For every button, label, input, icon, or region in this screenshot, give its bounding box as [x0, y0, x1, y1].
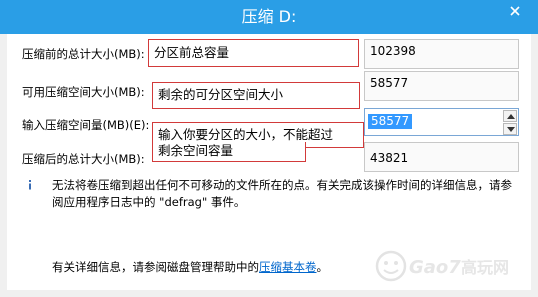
title-bar[interactable]: 压缩 D: — [0, 0, 538, 34]
spin-down-button[interactable] — [503, 123, 517, 135]
shrink-amount-label: 输入压缩空间量(MB)(E): — [22, 118, 150, 132]
arrow-down-icon — [507, 127, 515, 132]
help-line: 有关详细信息，请参阅磁盘管理帮助中的压缩基本卷。 — [52, 259, 328, 275]
help-suffix: 。 — [316, 260, 329, 274]
shrink-dialog: 压缩 D: 压缩前的总计大小(MB): 102398 分区前总容量 可用压缩空间… — [0, 0, 538, 297]
available-shrink-field: 58577 — [364, 71, 519, 101]
close-button[interactable] — [498, 0, 532, 22]
total-size-after-field: 43821 — [364, 142, 519, 172]
window-title: 压缩 D: — [241, 7, 297, 26]
shrink-basic-volume-link[interactable]: 压缩基本卷 — [259, 260, 317, 274]
svg-text:Gao7: Gao7 — [409, 257, 461, 278]
close-icon — [510, 6, 520, 16]
info-icon — [29, 180, 31, 190]
total-size-before-label: 压缩前的总计大小(MB): — [22, 47, 145, 61]
total-size-after-value: 43821 — [370, 151, 409, 165]
shrink-amount-input[interactable]: 58577 — [364, 108, 519, 136]
spin-up-button[interactable] — [503, 110, 517, 122]
svg-text:高玩网: 高玩网 — [461, 258, 509, 277]
annotation-remaining-capacity: 剩余空间容量 — [152, 142, 306, 162]
shrink-amount-value: 58577 — [368, 114, 413, 129]
total-size-before-field: 102398 — [364, 39, 519, 69]
annotation-remaining-space: 剩余的可分区空间大小 — [152, 82, 360, 109]
annotation-total-capacity: 分区前总容量 — [148, 39, 359, 67]
total-size-after-label: 压缩后的总计大小(MB): — [22, 152, 145, 166]
gao7-watermark-logo: Gao7 高玩网 — [375, 250, 509, 282]
help-prefix: 有关详细信息，请参阅磁盘管理帮助中的 — [52, 260, 259, 274]
arrow-up-icon — [507, 114, 515, 119]
dialog-body: 压缩前的总计大小(MB): 102398 分区前总容量 可用压缩空间大小(MB)… — [7, 34, 531, 290]
available-shrink-label: 可用压缩空间大小(MB): — [22, 85, 145, 99]
total-size-before-value: 102398 — [370, 44, 416, 58]
available-shrink-value: 58577 — [370, 76, 409, 90]
info-message: 无法将卷压缩到超出任何不可移动的文件所在的点。有关完成该操作时间的详细信息，请参… — [52, 178, 512, 209]
